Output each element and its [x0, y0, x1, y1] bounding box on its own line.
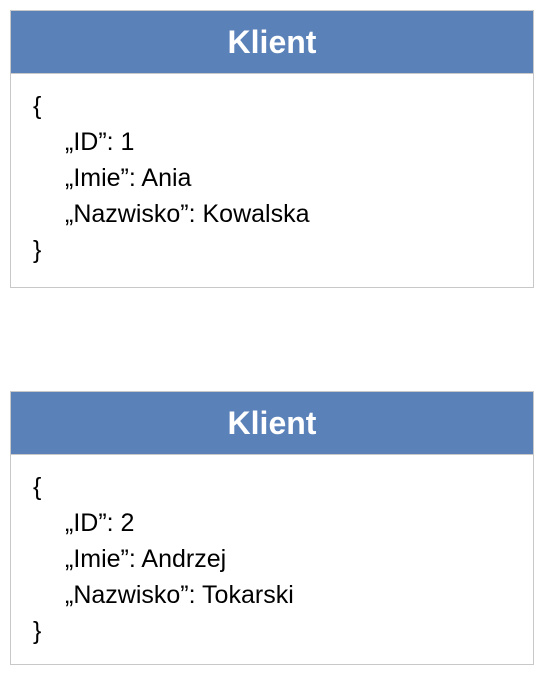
field-imie: „Imie”: Ania: [65, 164, 192, 192]
field-imie: „Imie”: Andrzej: [65, 545, 227, 573]
field-nazwisko: „Nazwisko”: Kowalska: [65, 200, 310, 228]
client-card-2: Klient { „ID”: 2 „Imie”: Andrzej „Nazwis…: [10, 391, 534, 665]
field-id: „ID”: 2: [65, 509, 135, 537]
card-json-body: { „ID”: 1 „Imie”: Ania „Nazwisko”: Kowal…: [11, 74, 533, 268]
close-brace: }: [33, 236, 42, 264]
card-title: Klient: [11, 11, 533, 74]
open-brace: {: [33, 92, 42, 120]
field-nazwisko: „Nazwisko”: Tokarski: [65, 581, 294, 609]
card-title: Klient: [11, 392, 533, 455]
close-brace: }: [33, 617, 42, 645]
field-id: „ID”: 1: [65, 128, 135, 156]
open-brace: {: [33, 473, 42, 501]
card-json-body: { „ID”: 2 „Imie”: Andrzej „Nazwisko”: To…: [11, 455, 533, 649]
client-card-1: Klient { „ID”: 1 „Imie”: Ania „Nazwisko”…: [10, 10, 534, 288]
